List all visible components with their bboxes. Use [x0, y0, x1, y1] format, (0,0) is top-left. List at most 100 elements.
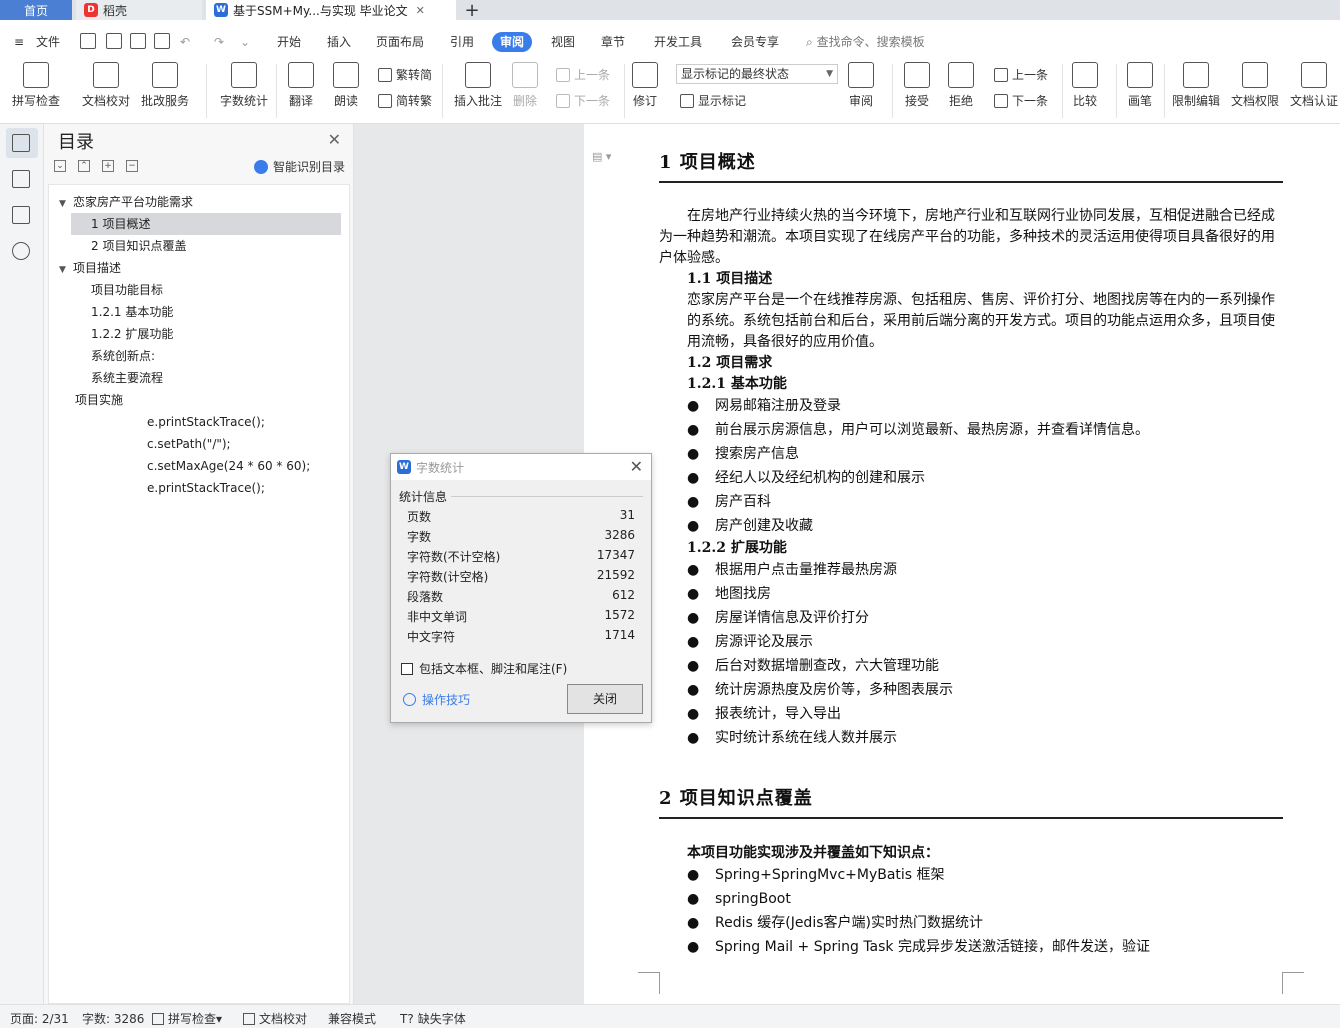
- export-pdf-icon[interactable]: [106, 33, 122, 49]
- undo-icon[interactable]: ↶: [180, 32, 190, 52]
- read-aloud-label: 朗读: [333, 94, 358, 108]
- doc-proof-button[interactable]: 文档校对: [82, 62, 130, 108]
- toc-item[interactable]: 系统主要流程: [91, 367, 163, 389]
- accept-button[interactable]: 接受: [904, 62, 930, 108]
- menu-reference[interactable]: 引用: [450, 32, 474, 52]
- toc-item[interactable]: 1.2.1 基本功能: [91, 301, 173, 323]
- spellcheck-status[interactable]: 拼写检查 ▾: [152, 1010, 222, 1027]
- toc-item[interactable]: ▼ 恋家房产平台功能需求: [59, 191, 193, 213]
- stat-value: 612: [612, 588, 635, 602]
- translate-button[interactable]: 翻译: [288, 62, 314, 108]
- delete-comment-icon: [512, 62, 538, 88]
- menu-view[interactable]: 视图: [551, 32, 575, 52]
- smart-toc-label: 智能识别目录: [272, 160, 345, 174]
- insert-comment-icon: [465, 62, 491, 88]
- compat-mode[interactable]: 兼容模式: [328, 1010, 376, 1027]
- correction-service-button[interactable]: 批改服务: [141, 62, 189, 108]
- markup-state-select[interactable]: 显示标记的最终状态 ▼: [676, 64, 838, 84]
- translate-label: 翻译: [288, 94, 313, 108]
- toc-item[interactable]: 1.2.2 扩展功能: [91, 323, 173, 345]
- doc-permission-button[interactable]: 文档权限: [1231, 62, 1279, 108]
- toc-item[interactable]: 项目实施: [75, 389, 123, 411]
- checkbox-box[interactable]: [401, 662, 413, 675]
- toc-item[interactable]: e.printStackTrace();: [147, 477, 265, 499]
- review-pane-button[interactable]: 审阅: [848, 62, 874, 108]
- menu-start[interactable]: 开始: [277, 32, 301, 52]
- tab-daoke[interactable]: D 稻壳: [76, 0, 202, 20]
- document-page[interactable]: ▤ ▾ 1 项目概述 在房地产行业持续火热的当今环境下，房地产行业和互联网行业协…: [584, 124, 1340, 1004]
- chapter-nav-icon[interactable]: [12, 170, 30, 188]
- prev-change-label: 上一条: [1012, 68, 1049, 82]
- delete-comment-button[interactable]: 删除: [512, 62, 538, 108]
- menu-page-layout[interactable]: 页面布局: [376, 32, 424, 52]
- search-icon[interactable]: [12, 242, 30, 260]
- tab-document[interactable]: W 基于SSM+My...与实现 毕业论文 ✕: [206, 0, 456, 20]
- missing-font-status[interactable]: T? 缺失字体: [400, 1010, 466, 1027]
- toc-item[interactable]: c.setMaxAge(24 * 60 * 60);: [147, 455, 310, 477]
- print-preview-icon[interactable]: [154, 33, 170, 49]
- proof-status[interactable]: 文档校对: [243, 1010, 307, 1027]
- close-button[interactable]: 关闭: [567, 684, 643, 714]
- to-simplified-button[interactable]: 简转繁: [378, 92, 432, 109]
- toc-item[interactable]: 项目功能目标: [91, 279, 163, 301]
- page-corner-mark: [638, 972, 660, 994]
- toc-icon[interactable]: [12, 134, 30, 152]
- hamburger-icon[interactable]: ≡: [14, 32, 24, 52]
- close-icon[interactable]: ✕: [630, 457, 643, 476]
- command-search[interactable]: ⌕ 查找命令、搜索模板: [806, 32, 925, 52]
- show-markup-button[interactable]: 显示标记: [680, 92, 746, 109]
- remove-heading-icon[interactable]: −: [126, 160, 138, 172]
- add-heading-icon[interactable]: +: [102, 160, 114, 172]
- redo-icon[interactable]: ↷: [214, 32, 224, 52]
- next-comment-button[interactable]: 下一条: [556, 92, 610, 109]
- page-options-icon[interactable]: ▤ ▾: [592, 150, 611, 163]
- restrict-edit-button[interactable]: 限制编辑: [1172, 62, 1220, 108]
- list-item: ● 搜索房产信息: [687, 444, 799, 465]
- include-textbox-checkbox[interactable]: 包括文本框、脚注和尾注(F): [401, 660, 567, 677]
- close-icon[interactable]: ✕: [328, 130, 341, 149]
- doc-certify-button[interactable]: 文档认证: [1290, 62, 1338, 108]
- toc-item[interactable]: c.setPath("/");: [147, 433, 231, 455]
- toc-item[interactable]: ▼ 项目描述: [59, 257, 121, 279]
- spellcheck-button[interactable]: 拼写检查: [12, 62, 60, 108]
- expand-up-icon[interactable]: ⌃: [78, 160, 90, 172]
- tab-home[interactable]: 首页: [0, 0, 72, 20]
- menu-developer[interactable]: 开发工具: [654, 32, 702, 52]
- word-count-button[interactable]: 字数统计: [220, 62, 268, 108]
- bookmark-icon[interactable]: [12, 206, 30, 224]
- more-icon[interactable]: ⌄: [240, 32, 250, 52]
- insert-comment-button[interactable]: 插入批注: [454, 62, 502, 108]
- next-comment-icon: [556, 93, 570, 108]
- to-traditional-button[interactable]: 繁转简: [378, 66, 432, 83]
- new-tab-button[interactable]: +: [460, 0, 484, 21]
- collapse-all-icon[interactable]: ⌄: [54, 160, 66, 172]
- menu-file[interactable]: 文件: [36, 32, 60, 52]
- toc-item[interactable]: e.printStackTrace();: [147, 411, 265, 433]
- dialog-titlebar[interactable]: W 字数统计 ✕: [391, 454, 651, 480]
- compare-button[interactable]: 比较: [1072, 62, 1098, 108]
- toc-list: ▼ 恋家房产平台功能需求 1 项目概述 2 项目知识点覆盖 ▼ 项目描述 项目功能目…: [48, 184, 350, 1004]
- save-icon[interactable]: [80, 33, 96, 49]
- page-indicator[interactable]: 页面: 2/31: [10, 1010, 69, 1027]
- prev-comment-button[interactable]: 上一条: [556, 66, 610, 83]
- word-count-indicator[interactable]: 字数: 3286: [82, 1010, 144, 1027]
- prev-change-button[interactable]: 上一条: [994, 66, 1048, 83]
- menu-chapter[interactable]: 章节: [601, 32, 625, 52]
- tips-link[interactable]: 操作技巧: [403, 691, 470, 708]
- menu-review[interactable]: 审阅: [492, 32, 533, 52]
- reject-button[interactable]: 拒绝: [948, 62, 974, 108]
- revise-button[interactable]: 修订: [632, 62, 658, 108]
- print-icon[interactable]: [130, 33, 146, 49]
- menu-member[interactable]: 会员专享: [731, 32, 779, 52]
- next-change-button[interactable]: 下一条: [994, 92, 1048, 109]
- page-corner-mark: [1282, 972, 1304, 994]
- menu-insert[interactable]: 插入: [327, 32, 351, 52]
- close-tab-icon[interactable]: ✕: [416, 4, 425, 17]
- stat-value: 21592: [596, 568, 635, 582]
- toc-item-selected[interactable]: 1 项目概述: [71, 213, 341, 235]
- pen-button[interactable]: 画笔: [1127, 62, 1153, 108]
- read-aloud-button[interactable]: 朗读: [333, 62, 359, 108]
- toc-item[interactable]: 系统创新点:: [91, 345, 155, 367]
- smart-toc-button[interactable]: 智能识别目录: [253, 158, 345, 175]
- toc-item[interactable]: 2 项目知识点覆盖: [91, 235, 186, 257]
